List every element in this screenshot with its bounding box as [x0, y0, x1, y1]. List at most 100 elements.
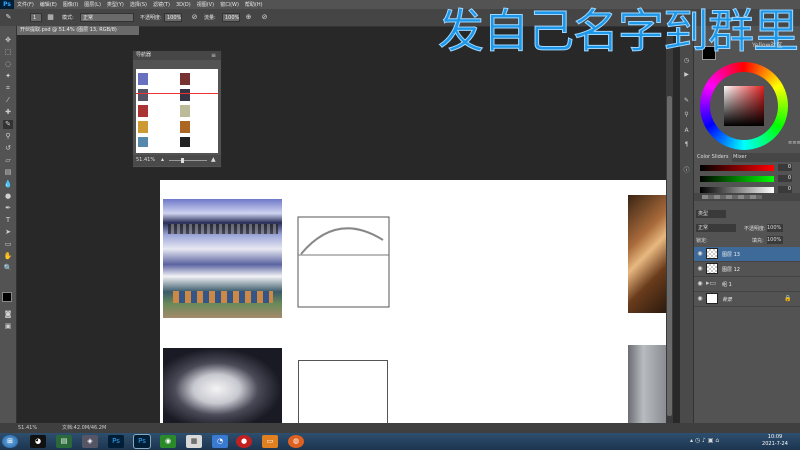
gradient-tool-icon[interactable]: ▤	[3, 168, 13, 177]
zoom-slider[interactable]	[169, 158, 207, 163]
clone-source-icon[interactable]: ⚲	[682, 110, 691, 119]
red-value[interactable]: 0	[778, 164, 792, 171]
menu-filter[interactable]: 滤镜(T)	[150, 1, 173, 8]
green-value[interactable]: 0	[778, 175, 792, 182]
pen-tool-icon[interactable]: ✒	[3, 204, 13, 213]
layer-row-13[interactable]: ◉ 图层 13	[694, 247, 800, 262]
opacity-field[interactable]: 100%	[164, 13, 182, 22]
paragraph-panel-icon[interactable]: ¶	[682, 140, 691, 149]
brush-tool-icon[interactable]: ✎	[3, 120, 13, 129]
brush-size-field[interactable]: 1	[30, 13, 42, 22]
eyedropper-icon[interactable]: ⁄	[3, 96, 13, 105]
blue-value[interactable]: 0	[778, 186, 792, 193]
layer-kind-filter[interactable]: 类型	[696, 210, 726, 218]
tab-color-sliders[interactable]: Color Sliders	[694, 153, 732, 162]
crop-tool-icon[interactable]: ⌗	[3, 84, 13, 93]
status-zoom[interactable]: 51.41%	[18, 423, 37, 433]
clone-stamp-icon[interactable]: ⚲	[3, 132, 13, 141]
foreground-color-swatch[interactable]	[2, 292, 12, 302]
vertical-scrollbar[interactable]	[666, 36, 673, 423]
menu-help[interactable]: 帮助(H)	[242, 1, 266, 8]
files-icon[interactable]: ▭	[262, 435, 278, 448]
swatch-tab-strip[interactable]	[702, 195, 762, 199]
eraser-icon[interactable]: ▱	[3, 156, 13, 165]
hand-tool-icon[interactable]: ✋	[3, 252, 13, 261]
brush-panel-icon[interactable]: ▦	[46, 13, 55, 22]
character-panel-icon[interactable]: A	[682, 126, 691, 135]
mode-select[interactable]: 正常	[80, 13, 134, 22]
green-slider[interactable]	[700, 176, 774, 182]
layer-row-background[interactable]: ◉ 背景 🔒	[694, 292, 800, 307]
menu-image[interactable]: 图像(I)	[60, 1, 81, 8]
menu-3d[interactable]: 3D(D)	[173, 2, 194, 8]
visibility-eye-icon[interactable]: ◉	[696, 295, 704, 303]
history-brush-icon[interactable]: ↺	[3, 144, 13, 153]
view-box-indicator[interactable]	[136, 93, 218, 94]
blend-mode-select[interactable]: 正常	[696, 224, 736, 232]
pressure-size-icon[interactable]: ⊘	[260, 13, 269, 22]
menu-file[interactable]: 文件(F)	[14, 1, 37, 8]
path-select-icon[interactable]: ➤	[3, 228, 13, 237]
shape-tool-icon[interactable]: ▭	[3, 240, 13, 249]
photoshop-active-icon[interactable]: Ps	[133, 434, 151, 449]
brush-preset-icon[interactable]: ✎	[4, 13, 13, 22]
green-app-icon[interactable]: ◉	[160, 435, 176, 448]
healing-brush-icon[interactable]: ✚	[3, 108, 13, 117]
zoom-out-icon[interactable]: ▴	[161, 156, 164, 163]
layer-name[interactable]: 图层 12	[722, 266, 740, 273]
app-icon[interactable]: ◈	[82, 435, 98, 448]
layer-row-12[interactable]: ◉ 图层 12	[694, 262, 800, 277]
photoshop-taskbar-icon[interactable]: Ps	[108, 435, 124, 448]
navigator-zoom-value[interactable]: 51.41%	[136, 157, 155, 163]
type-tool-icon[interactable]: T	[3, 216, 13, 225]
menu-layer[interactable]: 图层(L)	[81, 1, 104, 8]
visibility-eye-icon[interactable]: ◉	[696, 280, 704, 288]
move-tool-icon[interactable]: ✥	[3, 36, 13, 45]
start-button-icon[interactable]: ⊞	[2, 435, 18, 448]
vertical-scroll-thumb[interactable]	[667, 96, 672, 416]
firefox-icon[interactable]: ◍	[288, 435, 304, 448]
zoom-in-icon[interactable]: ▲	[211, 156, 216, 163]
layer-name[interactable]: 组 1	[722, 281, 732, 288]
navigator-preview[interactable]	[136, 69, 218, 153]
layer-opacity-field[interactable]: 100%	[767, 224, 783, 232]
color-wheel[interactable]	[700, 62, 788, 150]
tray-icons[interactable]: ▴ ◷ ♪ ▣ ⌂	[690, 437, 719, 444]
marquee-tool-icon[interactable]: ⬚	[3, 48, 13, 57]
info-panel-icon[interactable]: ⓘ	[682, 166, 691, 175]
flow-field[interactable]: 100%	[222, 13, 240, 22]
quick-mask-icon[interactable]: ◙	[3, 310, 13, 319]
brush-panel-icon[interactable]: ✎	[682, 96, 691, 105]
layer-row-group[interactable]: ◉ ▸▭ 组 1	[694, 277, 800, 292]
document-icon[interactable]: ▦	[186, 435, 202, 448]
zoom-tool-icon[interactable]: 🔍	[3, 264, 13, 273]
menu-view[interactable]: 视图(V)	[194, 1, 217, 8]
visibility-eye-icon[interactable]: ◉	[696, 250, 704, 258]
recorder-icon[interactable]: ●	[236, 435, 252, 448]
menu-select[interactable]: 选择(S)	[127, 1, 150, 8]
document-canvas[interactable]	[160, 180, 666, 430]
screen-mode-icon[interactable]: ▣	[3, 322, 13, 331]
menu-window[interactable]: 窗口(W)	[217, 1, 242, 8]
layer-name[interactable]: 背景	[722, 296, 732, 303]
menu-type[interactable]: 类型(Y)	[104, 1, 127, 8]
tab-mixer[interactable]: Mixer	[730, 153, 750, 162]
document-tab[interactable]: 开伙提取.psd @ 51.4% (图层 13, RGB/8)	[17, 26, 139, 35]
airbrush-icon[interactable]: ⊕	[244, 13, 253, 22]
zoom-slider-thumb[interactable]	[181, 158, 184, 163]
qq-icon[interactable]: ◕	[30, 435, 46, 448]
lasso-tool-icon[interactable]: ◌	[3, 60, 13, 69]
system-clock[interactable]: 10:09 2021-7-24	[752, 434, 798, 448]
actions-panel-icon[interactable]: ▶	[682, 70, 691, 79]
wechat-icon[interactable]: ◔	[212, 435, 228, 448]
menu-edit[interactable]: 编辑(E)	[37, 1, 60, 8]
dodge-tool-icon[interactable]: ●	[3, 192, 13, 201]
panel-menu-icon[interactable]: ≡	[211, 52, 216, 59]
visibility-eye-icon[interactable]: ◉	[696, 265, 704, 273]
pressure-opacity-icon[interactable]: ⊘	[190, 13, 199, 22]
saturation-square[interactable]	[724, 86, 764, 126]
photoshop-logo[interactable]: Ps	[0, 0, 14, 9]
explorer-icon[interactable]: ▤	[56, 435, 72, 448]
blur-tool-icon[interactable]: 💧	[3, 180, 13, 189]
layer-name[interactable]: 图层 13	[722, 251, 740, 258]
